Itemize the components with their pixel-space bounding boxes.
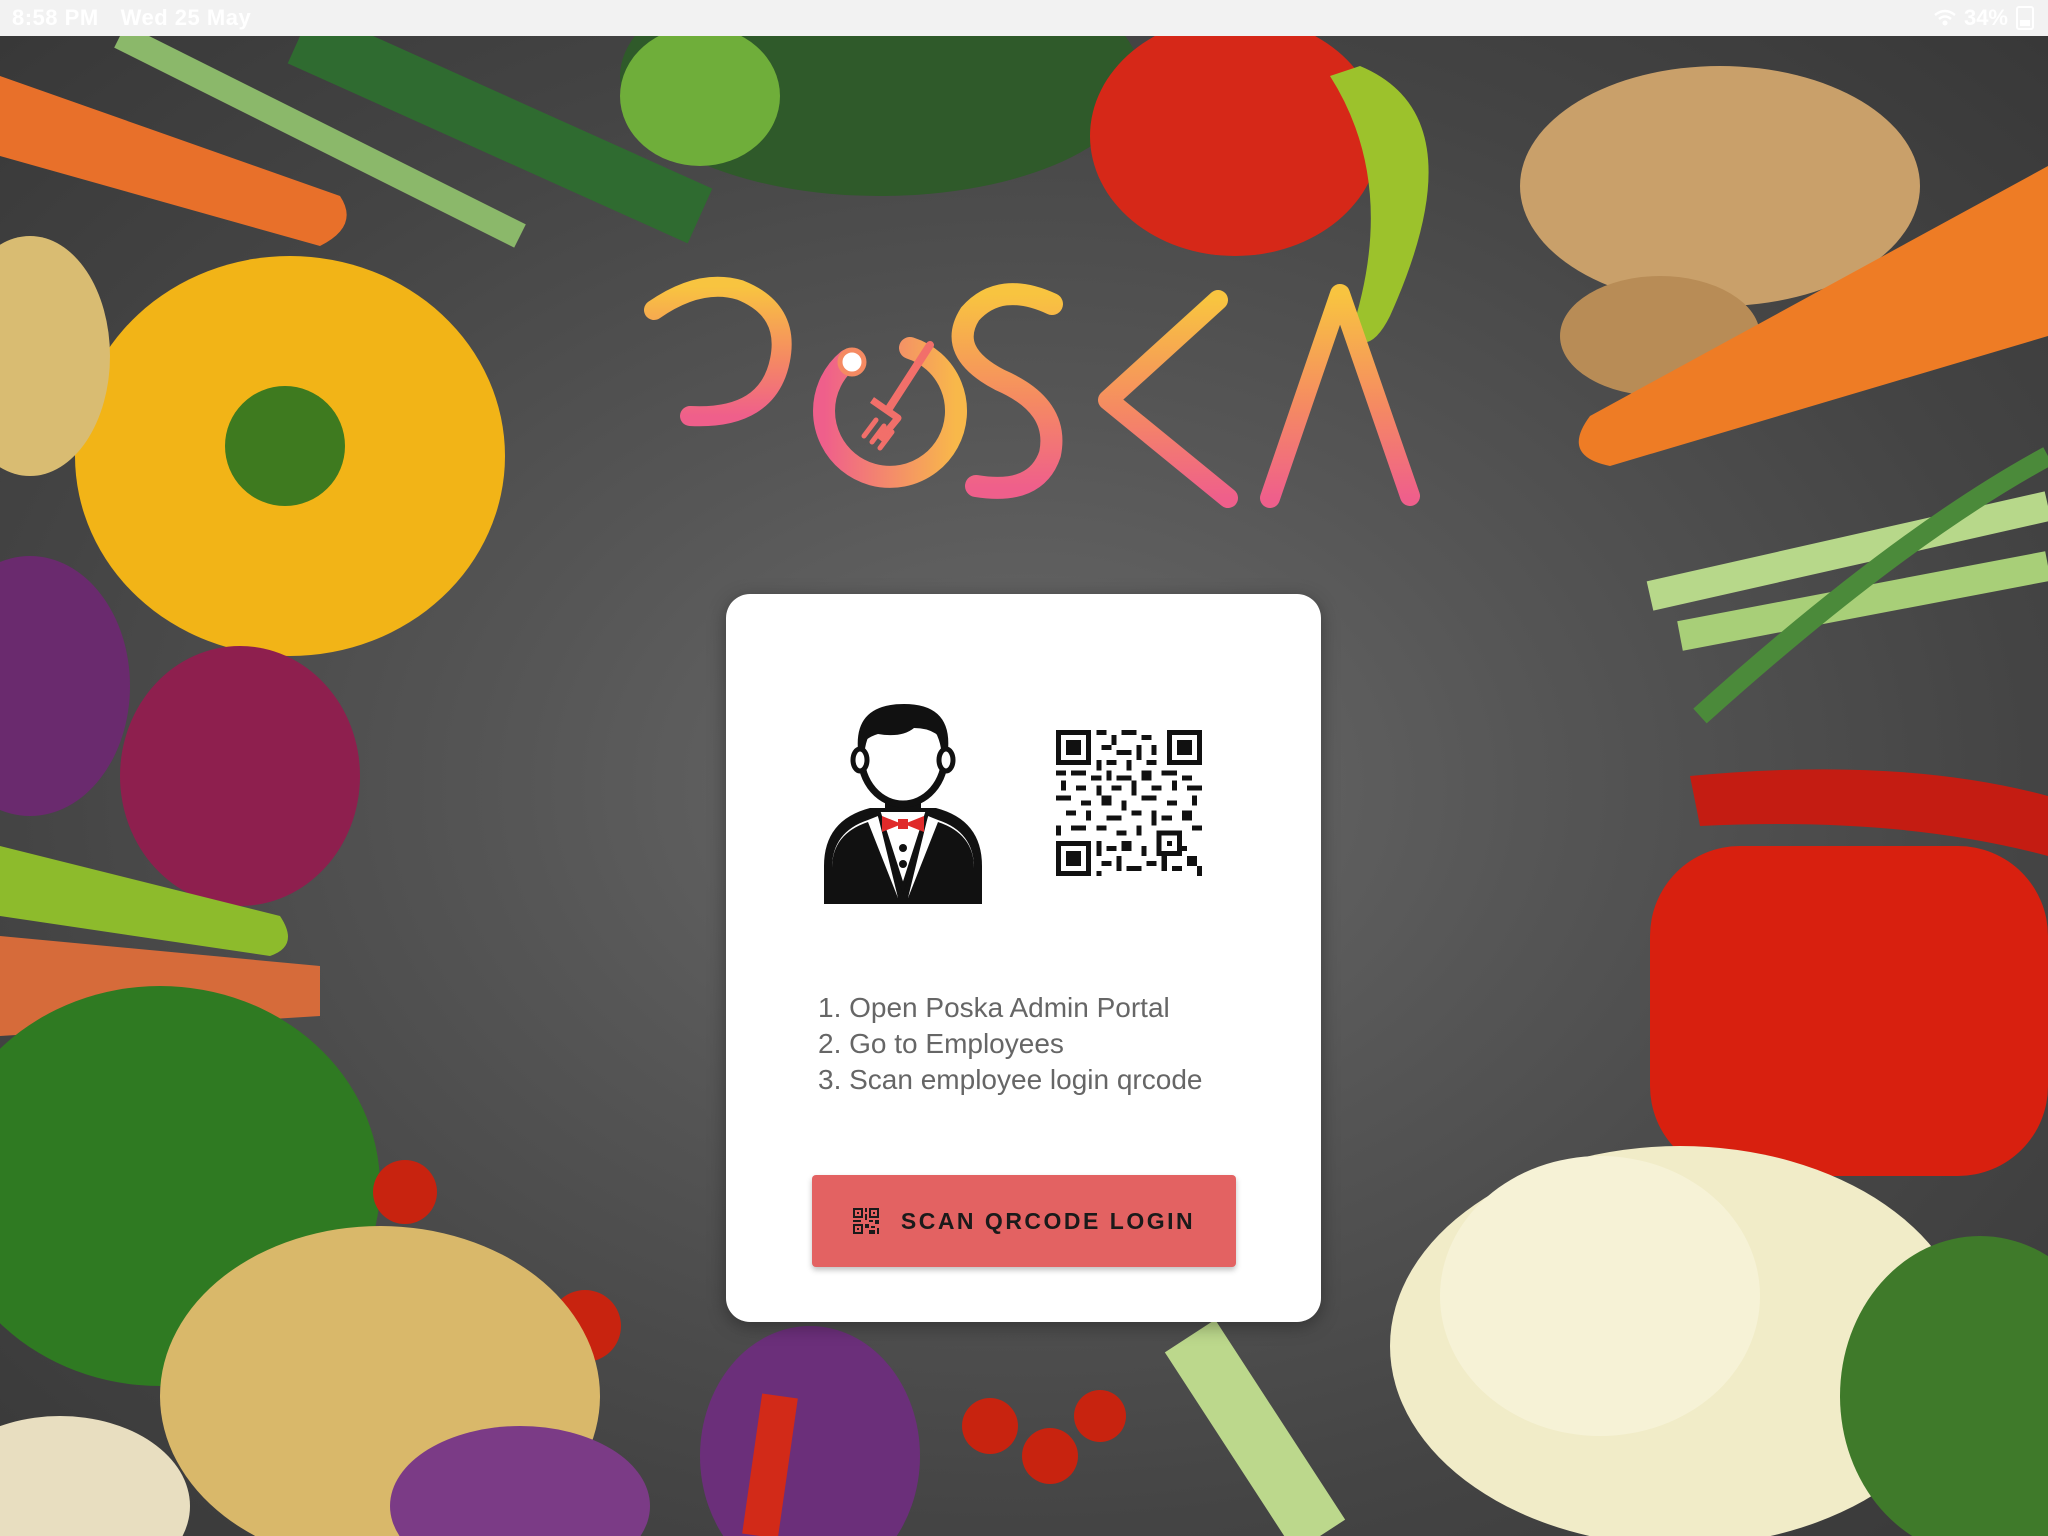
- status-left: 8:58 PM Wed 25 May: [12, 5, 251, 31]
- scan-qrcode-login-label: SCAN QRCODE LOGIN: [900, 1207, 1196, 1234]
- status-right: 34%: [1934, 5, 2034, 31]
- status-bar: 8:58 PM Wed 25 May 34%: [0, 0, 2048, 36]
- qrcode-icon: [1056, 730, 1202, 876]
- battery-icon: [2016, 6, 2034, 30]
- waiter-icon: [824, 704, 982, 904]
- battery-percent: 34%: [1963, 5, 2008, 30]
- status-date: Wed 25 May: [120, 5, 252, 30]
- wifi-icon: [1934, 9, 1956, 26]
- scan-qrcode-login-button[interactable]: SCAN QRCODE LOGIN: [812, 1175, 1236, 1267]
- poska-logo: [640, 270, 1420, 510]
- fork-icon: [813, 337, 967, 488]
- status-time: 8:58 PM: [12, 5, 99, 30]
- instruction-step-2: 2. Go to Employees: [818, 1028, 1064, 1059]
- login-instructions: 1. Open Poska Admin Portal 2. Go to Empl…: [818, 990, 1202, 1098]
- login-card: 1. Open Poska Admin Portal 2. Go to Empl…: [726, 594, 1321, 1322]
- instruction-step-1: 1. Open Poska Admin Portal: [818, 992, 1170, 1023]
- instruction-step-3: 3. Scan employee login qrcode: [818, 1064, 1203, 1095]
- qrcode-icon: [852, 1208, 879, 1234]
